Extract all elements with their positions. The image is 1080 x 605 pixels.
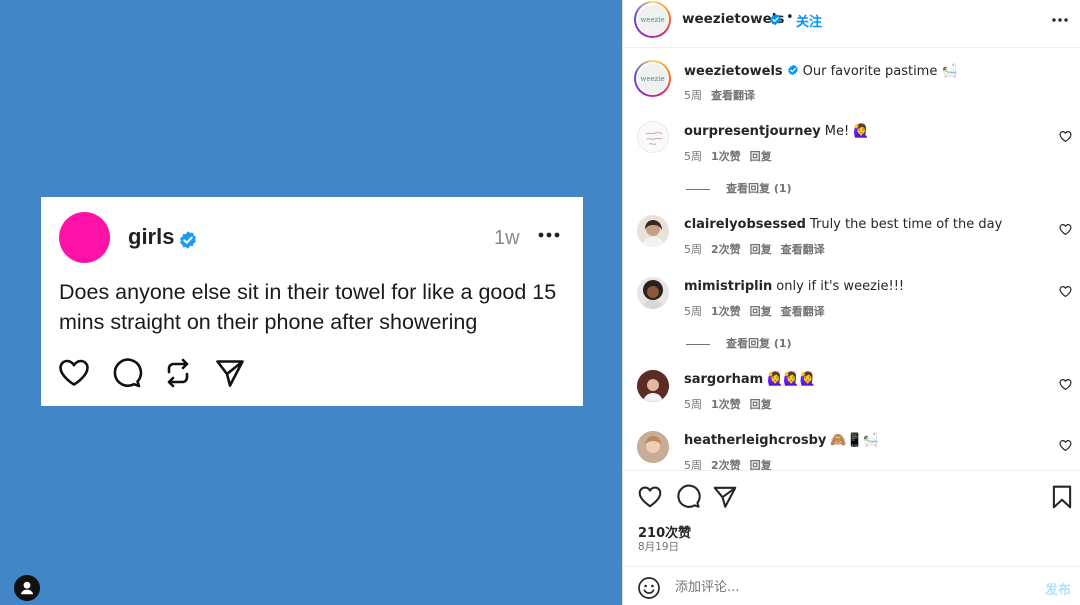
post-date: 8月19日	[638, 541, 680, 553]
caption-time: 5周	[684, 89, 702, 102]
comment-text: 🙋‍♀️🙋‍♀️🙋‍♀️	[767, 372, 816, 387]
commenter-avatar[interactable]	[637, 215, 669, 247]
post-comment-button[interactable]: 发布	[1045, 579, 1071, 598]
comment-meta: 5周 1次赞 回复	[684, 148, 781, 164]
reply-link[interactable]: 回复	[750, 305, 772, 318]
share-icon	[216, 360, 244, 387]
like-heart-icon[interactable]	[637, 484, 663, 510]
comment-text-line: heatherleighcrosby 🙈📱🛀	[684, 433, 879, 448]
comment-meta: 5周 1次赞 回复	[684, 396, 781, 412]
comment-likes[interactable]: 1次赞	[711, 150, 741, 163]
translate-link[interactable]: 查看翻译	[781, 243, 825, 256]
commenter-avatar[interactable]	[637, 277, 669, 309]
verified-badge-icon	[787, 64, 798, 76]
comment-text: 🙈📱🛀	[830, 433, 879, 448]
more-options-icon[interactable]	[1051, 17, 1069, 23]
view-replies-link[interactable]: 查看回复 (1)	[686, 180, 792, 196]
like-comment-heart-icon[interactable]	[1059, 439, 1072, 452]
post-media[interactable]: girls 1w Does anyone else sit in their t…	[0, 0, 622, 605]
tweet-body-text: Does anyone else sit in their towel for …	[59, 280, 557, 334]
tweet-timestamp: 1w	[494, 227, 520, 249]
tweet-avatar	[59, 212, 110, 263]
comment-username[interactable]: heatherleighcrosby	[684, 433, 826, 448]
comment-time: 5周	[684, 398, 702, 411]
like-comment-heart-icon[interactable]	[1059, 223, 1072, 236]
comment-likes[interactable]: 2次赞	[711, 243, 741, 256]
tweet-author-name: girls	[128, 224, 175, 249]
comment-meta: 5周 2次赞 回复	[684, 457, 781, 470]
comment-text-line: mimistriplin only if it's weezie!!!	[684, 279, 904, 294]
comment-username[interactable]: ourpresentjourney	[684, 124, 821, 139]
verified-badge-icon	[180, 231, 196, 249]
tagged-user-icon[interactable]	[14, 575, 40, 601]
comment-text: Me! 🙋‍♀️	[824, 124, 870, 139]
separator-dot: •	[786, 10, 794, 25]
caption-translate-link[interactable]: 查看翻译	[711, 89, 755, 102]
comment-meta: 5周 2次赞 回复 查看翻译	[684, 241, 834, 257]
post-header: weezie weezietowels • 关注	[623, 0, 1080, 48]
verified-badge-icon	[770, 13, 781, 26]
caption-text-line: weezietowels Our favorite pastime 🛀	[684, 64, 958, 79]
comment-time: 5周	[684, 305, 702, 318]
post-sidebar: weezie weezietowels • 关注 weezie weezieto…	[622, 0, 1080, 605]
comment-likes[interactable]: 2次赞	[711, 459, 741, 470]
commenter-avatar[interactable]	[637, 121, 669, 153]
repost-icon	[167, 358, 189, 388]
caption-username[interactable]: weezietowels	[684, 64, 783, 79]
comment-time: 5周	[684, 150, 702, 163]
comments-list[interactable]: weezie weezietowels Our favorite pastime …	[623, 49, 1080, 470]
emoji-picker-icon[interactable]	[637, 576, 661, 600]
comment-time: 5周	[684, 243, 702, 256]
comment-text: Truly the best time of the day	[809, 217, 1003, 232]
comment-composer: 发布	[623, 566, 1080, 605]
comment-username[interactable]: mimistriplin	[684, 279, 772, 294]
caption-story-ring[interactable]: weezie	[634, 60, 671, 97]
author-avatar: weezie	[637, 4, 668, 35]
caption-avatar: weezie	[637, 63, 668, 94]
comment-meta: 5周 1次赞 回复 查看翻译	[684, 303, 834, 319]
reply-link[interactable]: 回复	[750, 459, 772, 470]
caption-text: Our favorite pastime	[802, 64, 938, 79]
share-send-icon[interactable]	[712, 484, 738, 510]
comment-time: 5周	[684, 459, 702, 470]
story-ring[interactable]: weezie	[634, 1, 671, 38]
comment-username[interactable]: clairelyobsessed	[684, 217, 806, 232]
more-dots-icon	[538, 232, 560, 238]
comment-text-line: sargorham 🙋‍♀️🙋‍♀️🙋‍♀️	[684, 372, 816, 387]
comment-input[interactable]	[675, 576, 1035, 598]
caption-meta: 5周 查看翻译	[684, 87, 764, 103]
comment-likes[interactable]: 1次赞	[711, 305, 741, 318]
comment-icon	[113, 358, 143, 388]
reply-link[interactable]: 回复	[750, 150, 772, 163]
reply-link[interactable]: 回复	[750, 243, 772, 256]
like-comment-heart-icon[interactable]	[1059, 285, 1072, 298]
comment-username[interactable]: sargorham	[684, 372, 763, 387]
commenter-avatar[interactable]	[637, 370, 669, 402]
reply-link[interactable]: 回复	[750, 398, 772, 411]
bath-emoji: 🛀	[941, 64, 958, 79]
view-replies-link[interactable]: 查看回复 (1)	[686, 335, 792, 351]
follow-button[interactable]: 关注	[796, 11, 822, 30]
bookmark-save-icon[interactable]	[1049, 484, 1075, 510]
comment-text-line: clairelyobsessed Truly the best time of t…	[684, 217, 1002, 232]
comment-bubble-icon[interactable]	[675, 484, 701, 510]
comment-text-line: ourpresentjourney Me! 🙋‍♀️	[684, 124, 870, 139]
comment-likes[interactable]: 1次赞	[711, 398, 741, 411]
like-comment-heart-icon[interactable]	[1059, 130, 1072, 143]
translate-link[interactable]: 查看翻译	[781, 305, 825, 318]
post-action-bar: 210次赞 8月19日	[623, 470, 1080, 562]
like-comment-heart-icon[interactable]	[1059, 378, 1072, 391]
heart-icon	[59, 359, 89, 386]
commenter-avatar[interactable]	[637, 431, 669, 463]
comment-text: only if it's weezie!!!	[776, 279, 905, 294]
tweet-card-image: girls 1w Does anyone else sit in their t…	[41, 197, 583, 406]
